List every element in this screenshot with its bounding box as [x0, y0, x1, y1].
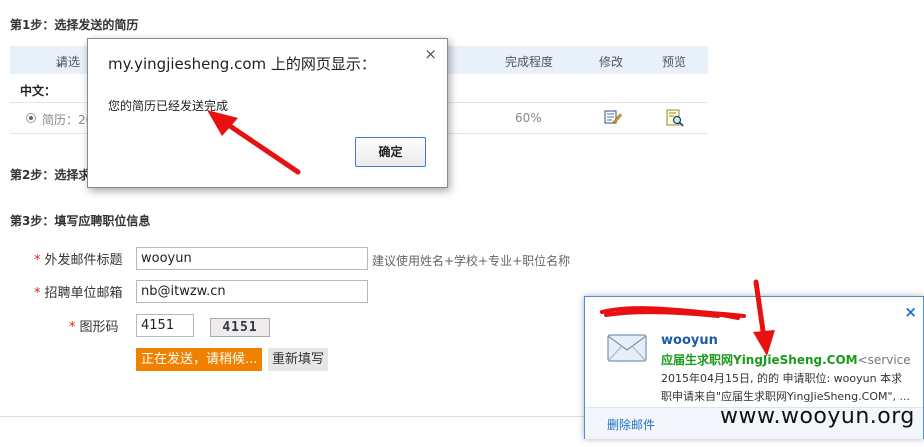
resume-radio[interactable] [26, 113, 36, 123]
alert-message: 您的简历已经发送完成 [108, 99, 229, 113]
captcha-input[interactable]: 4151 [136, 314, 194, 337]
alert-title: my.yingjiesheng.com 上的网页显示： [108, 55, 376, 73]
column-preview: 预览 [662, 55, 687, 69]
column-select: * 请选 [56, 55, 81, 74]
language-group-label: 中文： [20, 84, 57, 98]
mail-from: 应届生求职网YingJieSheng.COM<service@... [661, 353, 911, 367]
column-edit: 修改 [599, 55, 624, 69]
redaction-scribble [600, 306, 746, 320]
email-label: * 招聘单位邮箱 [34, 286, 123, 301]
close-icon[interactable]: × [904, 303, 917, 321]
subject-input[interactable]: wooyun [136, 247, 368, 270]
alert-dialog: my.yingjiesheng.com 上的网页显示： × 您的简历已经发送完成… [87, 38, 448, 188]
delete-mail-link[interactable]: 删除邮件 [607, 416, 655, 433]
subject-label: * 外发邮件标题 [34, 253, 123, 268]
edit-icon[interactable] [604, 109, 622, 125]
mail-sender: wooyun [661, 333, 718, 348]
close-icon[interactable]: × [424, 45, 437, 63]
column-completion: 完成程度 [505, 55, 554, 69]
watermark: www.wooyun.org [720, 404, 915, 429]
step3-title: 第3步：填写应聘职位信息 [10, 214, 151, 228]
resume-name: 简历：20 [42, 113, 94, 127]
step1-title: 第1步：选择发送的简历 [10, 18, 139, 32]
email-input[interactable]: nb@itwzw.cn [136, 280, 368, 303]
send-button[interactable]: 正在发送，请稍候... [136, 348, 263, 371]
ok-button[interactable]: 确定 [355, 137, 426, 167]
reset-button[interactable]: 重新填写 [268, 348, 329, 371]
resume-percent: 60% [515, 111, 542, 125]
captcha-image[interactable]: 4151 [210, 318, 270, 337]
preview-icon[interactable] [666, 109, 684, 127]
envelope-icon [607, 334, 647, 362]
subject-hint: 建议使用姓名+学校+专业+职位名称 [372, 254, 571, 268]
step2-title: 第2步：选择求 [10, 168, 91, 182]
captcha-label: * 图形码 [69, 320, 119, 335]
mail-preview: 2015年04月15日, 的的 申请职位: wooyun 本求职申请来自"应届生… [661, 372, 911, 403]
